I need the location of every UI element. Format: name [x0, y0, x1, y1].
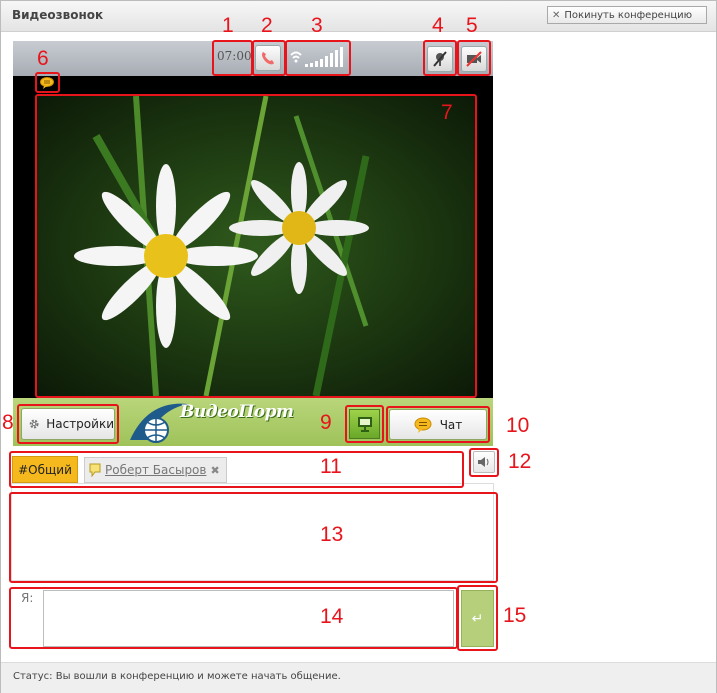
send-button[interactable]: ↵ — [461, 590, 494, 647]
mute-mic-button[interactable] — [427, 46, 453, 72]
annotation-number: 11 — [320, 455, 342, 478]
annotation-number: 6 — [37, 47, 49, 70]
annotation-number: 10 — [506, 414, 530, 437]
tab-general[interactable]: #Общий — [12, 456, 78, 483]
sound-toggle-button[interactable] — [473, 451, 495, 473]
window-title: Видеозвонок — [12, 8, 104, 22]
private-chat-icon — [89, 463, 101, 477]
annotation-number: 8 — [2, 411, 14, 434]
annotation-number: 1 — [222, 14, 234, 37]
annotation-number: 9 — [320, 411, 332, 434]
hangup-button[interactable] — [255, 45, 281, 71]
screen-share-icon — [357, 417, 372, 432]
logo-text: ВидеоПорт — [180, 402, 294, 422]
signal-strength-icon — [290, 47, 343, 67]
mic-muted-icon — [433, 51, 447, 67]
leave-conference-label: Покинуть конференцию — [564, 9, 693, 21]
annotation-number: 14 — [320, 605, 344, 628]
tab-user[interactable]: Роберт Басыров ✖ — [84, 457, 227, 483]
annotation-number: 3 — [311, 14, 323, 37]
screen-share-button[interactable] — [349, 409, 380, 439]
status-text: Статус: Вы вошли в конференцию и можете … — [13, 671, 341, 682]
chat-messages — [11, 483, 494, 581]
settings-label: Настройки — [46, 417, 114, 431]
chat-bubble-icon[interactable] — [40, 77, 54, 89]
annotation-number: 4 — [432, 14, 444, 37]
remote-video-image — [36, 96, 476, 396]
settings-button[interactable]: Настройки — [21, 408, 115, 440]
camera-off-icon — [466, 51, 482, 67]
leave-conference-button[interactable]: ✕ Покинуть конференцию — [547, 6, 707, 24]
chat-bubble-icon — [414, 417, 432, 433]
gear-icon — [29, 419, 39, 429]
speaker-icon — [478, 457, 489, 467]
phone-hangup-icon — [262, 52, 274, 65]
close-tab-icon[interactable]: ✖ — [210, 464, 219, 477]
annotation-number: 7 — [441, 101, 453, 124]
video-toolbar — [13, 41, 493, 76]
close-icon: ✕ — [552, 9, 561, 21]
annotation-number: 5 — [466, 14, 478, 37]
camera-toggle-button[interactable] — [461, 46, 487, 72]
me-label: Я: — [21, 591, 34, 605]
message-input[interactable] — [43, 590, 454, 647]
call-timer: 07:00 — [217, 49, 252, 63]
annotation-number: 2 — [261, 14, 273, 37]
annotation-number: 13 — [320, 523, 344, 546]
chat-label: Чат — [439, 417, 463, 432]
tab-user-label: Роберт Басыров — [105, 463, 207, 477]
annotation-number: 15 — [503, 604, 527, 627]
enter-icon: ↵ — [471, 610, 484, 627]
chat-button[interactable]: Чат — [389, 409, 487, 440]
annotation-number: 12 — [508, 450, 532, 473]
